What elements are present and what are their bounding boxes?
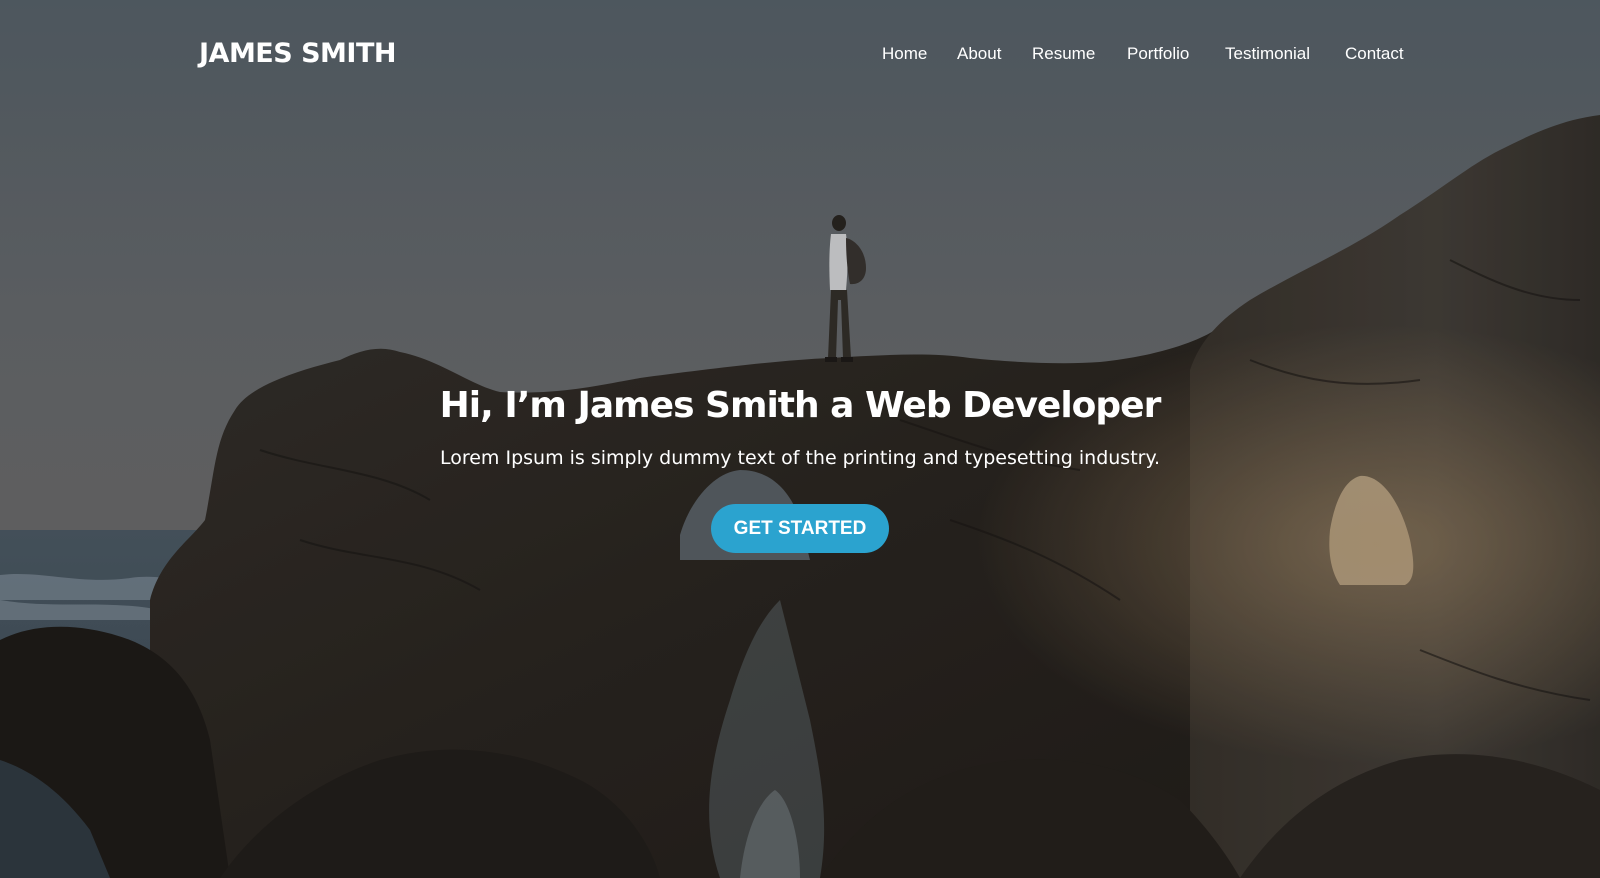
hero-headline: Hi, I’m James Smith a Web Developer <box>439 385 1162 426</box>
hero-background-image <box>0 0 1600 878</box>
nav-contact[interactable]: Contact <box>1345 42 1404 66</box>
nav-about[interactable]: About <box>957 42 1001 66</box>
nav-resume[interactable]: Resume <box>1032 42 1095 66</box>
get-started-button[interactable]: GET STARTED <box>711 504 889 553</box>
hero-section: JAMES SMITH Home About Resume Portfolio … <box>0 0 1600 878</box>
site-header: JAMES SMITH Home About Resume Portfolio … <box>0 0 1600 110</box>
nav-testimonial[interactable]: Testimonial <box>1225 42 1310 66</box>
nav-home[interactable]: Home <box>882 42 927 66</box>
hero-subline: Lorem Ipsum is simply dummy text of the … <box>439 447 1161 469</box>
main-nav: Home About Resume Portfolio Testimonial … <box>0 42 1600 66</box>
nav-portfolio[interactable]: Portfolio <box>1127 42 1189 66</box>
